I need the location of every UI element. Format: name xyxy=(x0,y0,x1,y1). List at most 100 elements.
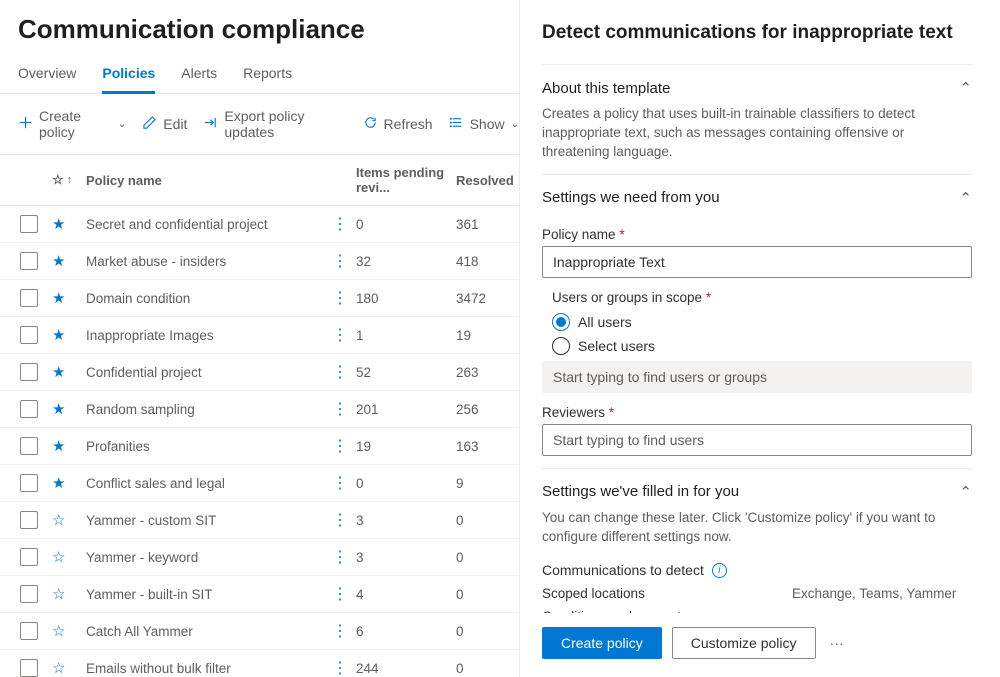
table-row[interactable]: ☆Catch All Yammer⋮60 xyxy=(0,613,519,650)
tab-reports[interactable]: Reports xyxy=(243,61,292,94)
row-checkbox[interactable] xyxy=(20,511,38,529)
resolved-value: 9 xyxy=(456,476,516,491)
table-row[interactable]: ★Market abuse - insiders⋮32418 xyxy=(0,243,519,280)
row-checkbox[interactable] xyxy=(20,548,38,566)
items-pending-value: 4 xyxy=(356,587,456,602)
section-about: About this template ⌃ Creates a policy t… xyxy=(542,64,972,174)
info-icon[interactable]: i xyxy=(712,563,727,578)
star-filled-icon[interactable]: ★ xyxy=(52,475,65,492)
resolved-value: 0 xyxy=(456,661,516,676)
row-checkbox[interactable] xyxy=(20,437,38,455)
tab-policies[interactable]: Policies xyxy=(102,61,155,94)
show-button[interactable]: Show ⌄ xyxy=(449,115,519,133)
row-menu-icon[interactable]: ⋮ xyxy=(332,288,340,308)
more-icon[interactable]: ··· xyxy=(826,635,848,651)
policy-name: Inappropriate Images xyxy=(86,328,332,343)
table-row[interactable]: ☆Yammer - custom SIT⋮30 xyxy=(0,502,519,539)
row-menu-icon[interactable]: ⋮ xyxy=(332,547,340,567)
table-row[interactable]: ☆Emails without bulk filter⋮2440 xyxy=(0,650,519,677)
radio-select-users[interactable]: Select users xyxy=(552,337,972,355)
star-filled-icon[interactable]: ★ xyxy=(52,216,65,233)
star-outline-icon[interactable]: ☆ xyxy=(52,586,65,603)
tab-overview[interactable]: Overview xyxy=(18,61,76,94)
row-menu-icon[interactable]: ⋮ xyxy=(332,658,340,677)
row-checkbox[interactable] xyxy=(20,363,38,381)
row-menu-icon[interactable]: ⋮ xyxy=(332,473,340,493)
resolved-value: 0 xyxy=(456,513,516,528)
row-menu-icon[interactable]: ⋮ xyxy=(332,399,340,419)
star-outline-icon[interactable]: ☆ xyxy=(52,623,65,640)
policy-name: Domain condition xyxy=(86,291,332,306)
table-row[interactable]: ☆Yammer - built-in SIT⋮40 xyxy=(0,576,519,613)
chevron-up-icon: ⌃ xyxy=(959,483,972,501)
items-pending-value: 0 xyxy=(356,476,456,491)
row-checkbox[interactable] xyxy=(20,622,38,640)
table-row[interactable]: ☆Yammer - keyword⋮30 xyxy=(0,539,519,576)
page-title: Communication compliance xyxy=(0,0,519,55)
star-filled-icon[interactable]: ★ xyxy=(52,364,65,381)
column-resolved[interactable]: Resolved xyxy=(456,173,516,188)
star-outline-icon[interactable]: ☆ xyxy=(52,512,65,529)
row-checkbox[interactable] xyxy=(20,585,38,603)
row-checkbox[interactable] xyxy=(20,659,38,677)
section-settings-need-header[interactable]: Settings we need from you ⌃ xyxy=(542,189,972,215)
edit-button[interactable]: Edit xyxy=(142,115,187,133)
required-asterisk: * xyxy=(706,290,711,305)
star-filled-icon[interactable]: ★ xyxy=(52,401,65,418)
chevron-up-icon: ⌃ xyxy=(959,79,972,97)
table-row[interactable]: ★Profanities⋮19163 xyxy=(0,428,519,465)
list-icon xyxy=(449,115,464,133)
table-row[interactable]: ★Confidential project⋮52263 xyxy=(0,354,519,391)
row-menu-icon[interactable]: ⋮ xyxy=(332,362,340,382)
chevron-down-icon: ⌄ xyxy=(511,119,519,130)
star-outline-icon[interactable]: ☆ xyxy=(52,549,65,566)
create-policy-button[interactable]: Create policy ⌄ xyxy=(18,108,126,140)
row-menu-icon[interactable]: ⋮ xyxy=(332,584,340,604)
customize-policy-button[interactable]: Customize policy xyxy=(672,627,816,659)
policy-name: Market abuse - insiders xyxy=(86,254,332,269)
row-menu-icon[interactable]: ⋮ xyxy=(332,436,340,456)
row-checkbox[interactable] xyxy=(20,252,38,270)
row-checkbox[interactable] xyxy=(20,474,38,492)
star-filled-icon[interactable]: ★ xyxy=(52,253,65,270)
column-items-pending[interactable]: Items pending revi... xyxy=(356,165,456,195)
row-menu-icon[interactable]: ⋮ xyxy=(332,214,340,234)
resolved-value: 263 xyxy=(456,365,516,380)
policy-name: Secret and confidential project xyxy=(86,217,332,232)
row-checkbox[interactable] xyxy=(20,326,38,344)
export-button[interactable]: Export policy updates xyxy=(203,108,346,140)
section-about-header[interactable]: About this template ⌃ xyxy=(542,79,972,105)
section-filled-header[interactable]: Settings we've filled in for you ⌃ xyxy=(542,483,972,509)
table-row[interactable]: ★Domain condition⋮1803472 xyxy=(0,280,519,317)
column-policy-name[interactable]: Policy name xyxy=(86,173,356,188)
star-filled-icon[interactable]: ★ xyxy=(52,290,65,307)
radio-all-users[interactable]: All users xyxy=(552,313,972,331)
items-pending-value: 6 xyxy=(356,624,456,639)
star-outline-icon[interactable]: ☆ xyxy=(52,172,64,188)
star-outline-icon[interactable]: ☆ xyxy=(52,660,65,677)
row-checkbox[interactable] xyxy=(20,289,38,307)
table-row[interactable]: ★Conflict sales and legal⋮09 xyxy=(0,465,519,502)
reviewers-input[interactable] xyxy=(542,424,972,456)
resolved-value: 0 xyxy=(456,587,516,602)
create-policy-button[interactable]: Create policy xyxy=(542,627,662,659)
policy-name: Yammer - keyword xyxy=(86,550,332,565)
star-filled-icon[interactable]: ★ xyxy=(52,438,65,455)
sort-arrow-icon[interactable]: ↑ xyxy=(67,174,73,186)
tab-alerts[interactable]: Alerts xyxy=(181,61,217,94)
row-menu-icon[interactable]: ⋮ xyxy=(332,621,340,641)
policy-name-input[interactable] xyxy=(542,246,972,278)
table-row[interactable]: ★Inappropriate Images⋮119 xyxy=(0,317,519,354)
scoped-locations-row: Scoped locations Exchange, Teams, Yammer xyxy=(542,586,972,601)
row-checkbox[interactable] xyxy=(20,215,38,233)
row-menu-icon[interactable]: ⋮ xyxy=(332,510,340,530)
pencil-icon xyxy=(142,115,157,133)
star-filled-icon[interactable]: ★ xyxy=(52,327,65,344)
row-menu-icon[interactable]: ⋮ xyxy=(332,325,340,345)
row-menu-icon[interactable]: ⋮ xyxy=(332,251,340,271)
table-row[interactable]: ★Secret and confidential project⋮0361 xyxy=(0,206,519,243)
row-checkbox[interactable] xyxy=(20,400,38,418)
refresh-button[interactable]: Refresh xyxy=(363,115,433,133)
refresh-icon xyxy=(363,115,378,133)
table-row[interactable]: ★Random sampling⋮201256 xyxy=(0,391,519,428)
